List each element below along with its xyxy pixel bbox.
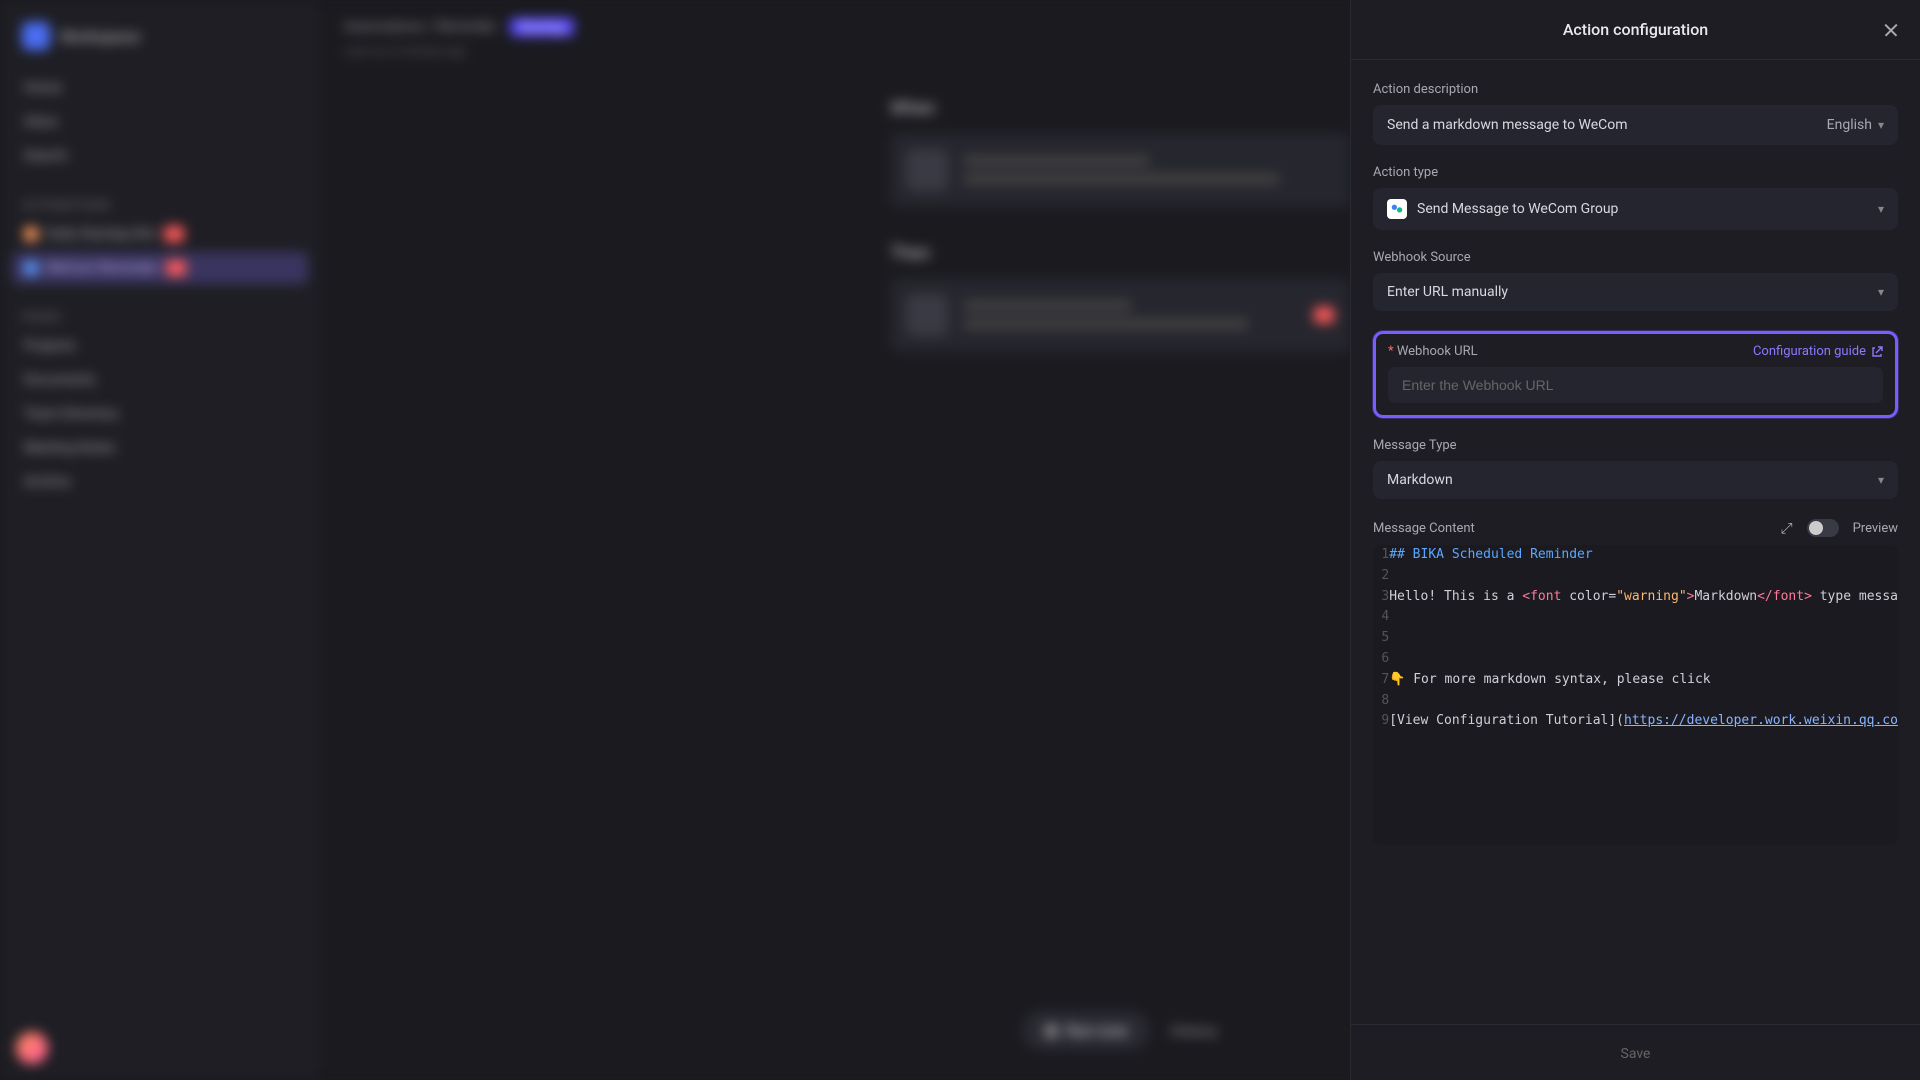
chevron-down-icon: ▾ [1878,473,1884,487]
trigger-text [964,156,1334,184]
action-description-field[interactable]: Send a markdown message to WeCom English… [1373,105,1898,145]
message-type-row: Message Type Markdown ▾ [1373,438,1898,499]
panel-body: Action description Send a markdown messa… [1351,60,1920,1024]
expand-icon[interactable]: ⤢ [1781,519,1793,537]
action-config-panel: Action configuration Action description … [1350,0,1920,1080]
action-description-value: Send a markdown message to WeCom [1387,117,1628,133]
panel-title: Action configuration [1563,20,1708,39]
automation-item-active[interactable]: WeCom Reminder [12,252,308,284]
workspace-name: Workspace [60,27,140,46]
action-card[interactable] [890,278,1350,352]
automation-badge [164,226,184,242]
save-button[interactable]: Save [1621,1046,1651,1062]
run-label: Run now [1066,1021,1127,1040]
language-label: English [1827,117,1872,133]
action-description-label: Action description [1373,82,1898,97]
page-item[interactable]: Team Directory [12,398,308,430]
workspace-switcher[interactable]: Workspace [12,16,308,56]
sidebar: Workspace Home Inbox Search Automations … [0,0,320,1080]
language-selector[interactable]: English ▾ [1827,117,1884,133]
page-item[interactable]: Archive [12,466,308,498]
webhook-source-select[interactable]: Enter URL manually ▾ [1373,273,1898,311]
trigger-icon [906,149,948,191]
workspace-logo [22,22,50,50]
webhook-url-highlight: Webhook URL Configuration guide [1373,331,1898,418]
webhook-url-input[interactable] [1388,367,1883,403]
run-now-button[interactable]: Run now [1022,1011,1149,1050]
nav-search[interactable]: Search [12,140,308,172]
action-text [964,301,1298,329]
action-type-label: Action type [1373,165,1898,180]
webhook-source-row: Webhook Source Enter URL manually ▾ [1373,250,1898,311]
message-content-label: Message Content [1373,521,1475,536]
status-badge: Running [510,18,574,36]
automation-color-icon [24,227,38,241]
wecom-icon [1387,199,1407,219]
panel-header: Action configuration [1351,0,1920,60]
breadcrumb-path[interactable]: Automations / Reminder [344,19,496,35]
page-item[interactable]: Documents [12,364,308,396]
message-type-value: Markdown [1387,472,1453,488]
automation-label: WeCom Reminder [46,260,158,276]
footer-actions: Run now History [1022,1011,1217,1050]
message-content-editor[interactable]: 1 2 3 4 5 6 7 8 9 ## BIKA Scheduled Remi… [1373,545,1898,845]
preview-label: Preview [1853,521,1898,536]
action-badge [1314,307,1334,323]
history-button[interactable]: History [1170,1022,1218,1040]
run-icon [1044,1024,1058,1038]
page-item[interactable]: Projects [12,330,308,362]
action-description-row: Action description Send a markdown messa… [1373,82,1898,145]
section-automations-label: Automations [12,192,308,218]
sidebar-footer [0,1016,320,1080]
action-type-value: Send Message to WeCom Group [1417,201,1618,217]
user-avatar[interactable] [16,1032,48,1064]
configuration-guide-label: Configuration guide [1753,344,1866,359]
nav-inbox[interactable]: Inbox [12,106,308,138]
page-item[interactable]: Meeting Notes [12,432,308,464]
editor-gutter: 1 2 3 4 5 6 7 8 9 [1373,545,1389,732]
automation-label: Daily Standup Bot [46,226,156,242]
chevron-down-icon: ▾ [1878,118,1884,132]
automation-badge [166,260,186,276]
when-section-label: When [890,98,1350,119]
chevron-down-icon: ▾ [1878,285,1884,299]
webhook-source-label: Webhook Source [1373,250,1898,265]
action-type-select[interactable]: Send Message to WeCom Group ▾ [1373,188,1898,230]
content-toolbar: ⤢ Preview [1781,519,1898,537]
automation-color-icon [24,261,38,275]
then-section-label: Then [890,243,1350,264]
message-type-label: Message Type [1373,438,1898,453]
automation-item[interactable]: Daily Standup Bot [12,218,308,250]
preview-toggle[interactable] [1807,519,1839,537]
close-icon[interactable] [1882,21,1900,39]
message-content-row: Message Content ⤢ Preview 1 2 3 4 5 6 7 … [1373,519,1898,845]
action-icon [906,294,948,336]
editor-code[interactable]: ## BIKA Scheduled Reminder Hello! This i… [1389,545,1898,732]
nav-home[interactable]: Home [12,72,308,104]
external-link-icon [1871,346,1883,358]
action-type-row: Action type Send Message to WeCom Group … [1373,165,1898,230]
chevron-down-icon: ▾ [1878,202,1884,216]
section-pages-label: Pages [12,304,308,330]
message-type-select[interactable]: Markdown ▾ [1373,461,1898,499]
webhook-url-label: Webhook URL [1388,344,1478,359]
configuration-guide-link[interactable]: Configuration guide [1753,344,1883,359]
trigger-card[interactable] [890,133,1350,207]
webhook-source-value: Enter URL manually [1387,284,1508,300]
panel-footer: Save [1351,1024,1920,1080]
